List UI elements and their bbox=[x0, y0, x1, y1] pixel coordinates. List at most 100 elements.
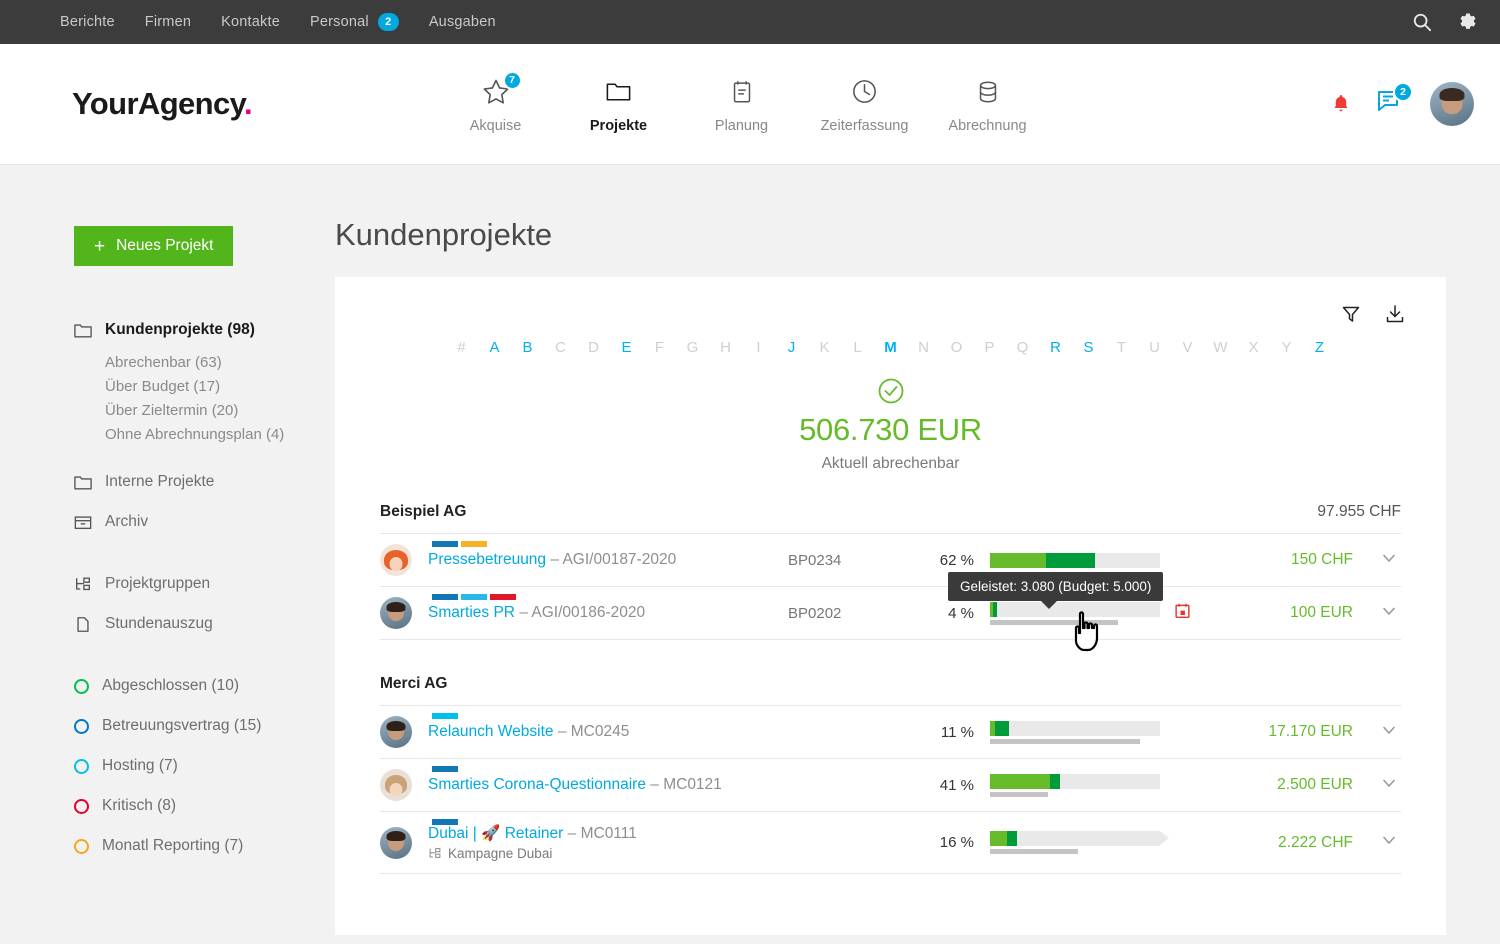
project-link[interactable]: Pressebetreuung – AGI/00187-2020 bbox=[428, 551, 676, 568]
project-amount: 2.500 EUR bbox=[1277, 776, 1353, 793]
sidebar-status-betreuungsvertrag[interactable]: Betreuungsvertrag (15) bbox=[74, 706, 335, 746]
alpha-j[interactable]: J bbox=[775, 339, 808, 356]
project-link[interactable]: Smarties PR – AGI/00186-2020 bbox=[428, 604, 645, 621]
clock-icon bbox=[850, 75, 879, 109]
alpha-e[interactable]: E bbox=[610, 339, 643, 356]
list-divider bbox=[380, 873, 1401, 891]
top-utility-bar: Berichte Firmen Kontakte Personal 2 Ausg… bbox=[0, 0, 1500, 44]
project-title: Pressebetreuung bbox=[428, 551, 547, 568]
avatar[interactable] bbox=[1430, 82, 1474, 126]
sidebar-subitem-ohne-abrechnungsplan[interactable]: Ohne Abrechnungsplan (4) bbox=[74, 422, 335, 446]
sidebar-item-label: Archiv bbox=[105, 513, 149, 530]
app-logo[interactable]: YourAgency. bbox=[72, 86, 253, 122]
sidebar-status-kritisch[interactable]: Kritisch (8) bbox=[74, 786, 335, 826]
calendar-alert-icon[interactable] bbox=[1160, 602, 1204, 624]
progress-bar bbox=[990, 552, 1160, 568]
nav-item-projekte[interactable]: Projekte bbox=[557, 75, 680, 134]
sidebar-item-label: Kritisch (8) bbox=[102, 797, 177, 814]
alpha-a[interactable]: A bbox=[478, 339, 511, 356]
header-actions: 2 bbox=[1332, 81, 1474, 126]
progress-bar-wrap[interactable] bbox=[990, 552, 1160, 568]
alpha-z[interactable]: Z bbox=[1303, 339, 1336, 356]
status-dot-icon bbox=[74, 678, 89, 694]
table-row[interactable]: Smarties Corona-Questionnaire – MC0121 4… bbox=[380, 758, 1401, 811]
sidebar-status-hosting[interactable]: Hosting (7) bbox=[74, 746, 335, 786]
topnav-item-berichte[interactable]: Berichte bbox=[60, 14, 115, 30]
logo-dot: . bbox=[244, 86, 253, 121]
avatar bbox=[380, 544, 412, 576]
sidebar-subitem-ueber-budget[interactable]: Über Budget (17) bbox=[74, 374, 335, 398]
expand-chevron-icon[interactable] bbox=[1379, 548, 1401, 573]
table-row[interactable]: Relaunch Website – MC0245 11 % 17.170 EU… bbox=[380, 705, 1401, 758]
chat-icon[interactable]: 2 bbox=[1376, 81, 1413, 120]
project-percent: 4 % bbox=[948, 604, 974, 622]
calendar-icon bbox=[728, 75, 756, 109]
sidebar-status-abgeschlossen[interactable]: Abgeschlossen (10) bbox=[74, 666, 335, 706]
project-title: Smarties Corona-Questionnaire bbox=[428, 776, 646, 793]
gear-icon[interactable] bbox=[1458, 12, 1478, 32]
sidebar-item-interne-projekte[interactable]: Interne Projekte bbox=[74, 462, 335, 502]
filter-icon[interactable] bbox=[1340, 303, 1362, 325]
sidebar-item-projektgruppen[interactable]: Projektgruppen bbox=[74, 564, 335, 604]
sidebar-subitem-abrechenbar[interactable]: Abrechenbar (63) bbox=[74, 350, 335, 374]
tag-swatch bbox=[461, 541, 487, 547]
sidebar-item-archiv[interactable]: Archiv bbox=[74, 502, 335, 542]
topnav-label: Firmen bbox=[144, 14, 192, 30]
topnav-item-kontakte[interactable]: Kontakte bbox=[221, 14, 280, 30]
progress-segment-dark bbox=[993, 601, 997, 617]
expand-chevron-icon[interactable] bbox=[1379, 830, 1401, 855]
project-link[interactable]: Dubai | 🚀 Retainer – MC0111 bbox=[428, 825, 637, 842]
topnav-item-firmen[interactable]: Firmen bbox=[145, 14, 191, 30]
bell-icon[interactable] bbox=[1332, 94, 1350, 114]
expand-chevron-icon[interactable] bbox=[1379, 720, 1401, 745]
new-project-button[interactable]: + Neues Projekt bbox=[74, 226, 234, 266]
check-circle-icon bbox=[878, 378, 904, 404]
progress-segment-light bbox=[990, 773, 1050, 789]
nav-item-planung[interactable]: Planung bbox=[680, 75, 803, 134]
project-link[interactable]: Relaunch Website – MC0245 bbox=[428, 723, 629, 740]
project-number: – MC0111 bbox=[567, 825, 637, 842]
expand-chevron-icon[interactable] bbox=[1379, 601, 1401, 626]
alpha-s[interactable]: S bbox=[1072, 339, 1105, 356]
alpha-b[interactable]: B bbox=[511, 339, 544, 356]
plus-icon: + bbox=[94, 235, 106, 257]
topnav-item-personal[interactable]: Personal 2 bbox=[310, 13, 399, 31]
progress-bar-wrap[interactable] bbox=[990, 831, 1169, 854]
sidebar-subitem-ueber-zieltermin[interactable]: Über Zieltermin (20) bbox=[74, 398, 335, 422]
alpha-m[interactable]: M bbox=[874, 339, 907, 356]
project-name-block: Relaunch Website – MC0245 bbox=[428, 723, 788, 741]
mouse-cursor bbox=[1068, 608, 1108, 661]
nav-item-akquise[interactable]: 7 Akquise bbox=[434, 70, 557, 134]
table-row[interactable]: Smarties PR – AGI/00186-2020 BP0202 4 % bbox=[380, 586, 1401, 639]
alpha-o: O bbox=[950, 339, 963, 356]
project-name-block: Pressebetreuung – AGI/00187-2020 bbox=[428, 551, 788, 569]
tag-swatch bbox=[432, 594, 458, 600]
alpha-y: Y bbox=[1281, 339, 1292, 356]
alpha-k: K bbox=[819, 339, 830, 356]
sidebar-status-monatl-reporting[interactable]: Monatl Reporting (7) bbox=[74, 826, 335, 866]
project-name-block: Smarties Corona-Questionnaire – MC0121 bbox=[428, 776, 788, 794]
search-icon[interactable] bbox=[1412, 12, 1432, 32]
expand-chevron-icon[interactable] bbox=[1379, 773, 1401, 798]
billable-caption: Aktuell abrechenbar bbox=[821, 455, 960, 472]
sidebar-item-stundenauszug[interactable]: Stundenauszug bbox=[74, 604, 335, 644]
topnav-item-ausgaben[interactable]: Ausgaben bbox=[429, 14, 496, 30]
nav-item-zeiterfassung[interactable]: Zeiterfassung bbox=[803, 75, 926, 134]
sidebar-item-kundenprojekte[interactable]: Kundenprojekte (98) bbox=[74, 310, 335, 350]
main-nav: 7 Akquise Projekte Planung Zeiterfassung bbox=[434, 70, 1049, 134]
tag-swatch bbox=[432, 713, 458, 719]
progress-bar-wrap[interactable] bbox=[990, 720, 1160, 744]
group-total: 97.955 CHF bbox=[1317, 503, 1401, 520]
table-row[interactable]: Dubai | 🚀 Retainer – MC0111 Kampagne Dub… bbox=[380, 811, 1401, 873]
alpha-r[interactable]: R bbox=[1039, 339, 1072, 356]
topnav-label: Kontakte bbox=[221, 14, 280, 30]
project-tags bbox=[432, 594, 516, 600]
alpha-c: C bbox=[555, 339, 566, 356]
progress-bar-wrap[interactable] bbox=[990, 773, 1160, 797]
nav-label: Planung bbox=[714, 117, 769, 134]
nav-item-abrechnung[interactable]: Abrechnung bbox=[926, 75, 1049, 134]
table-row[interactable]: Pressebetreuung – AGI/00187-2020 BP0234 … bbox=[380, 533, 1401, 586]
download-icon[interactable] bbox=[1384, 303, 1406, 325]
project-link[interactable]: Smarties Corona-Questionnaire – MC0121 bbox=[428, 776, 722, 793]
avatar bbox=[380, 826, 412, 859]
